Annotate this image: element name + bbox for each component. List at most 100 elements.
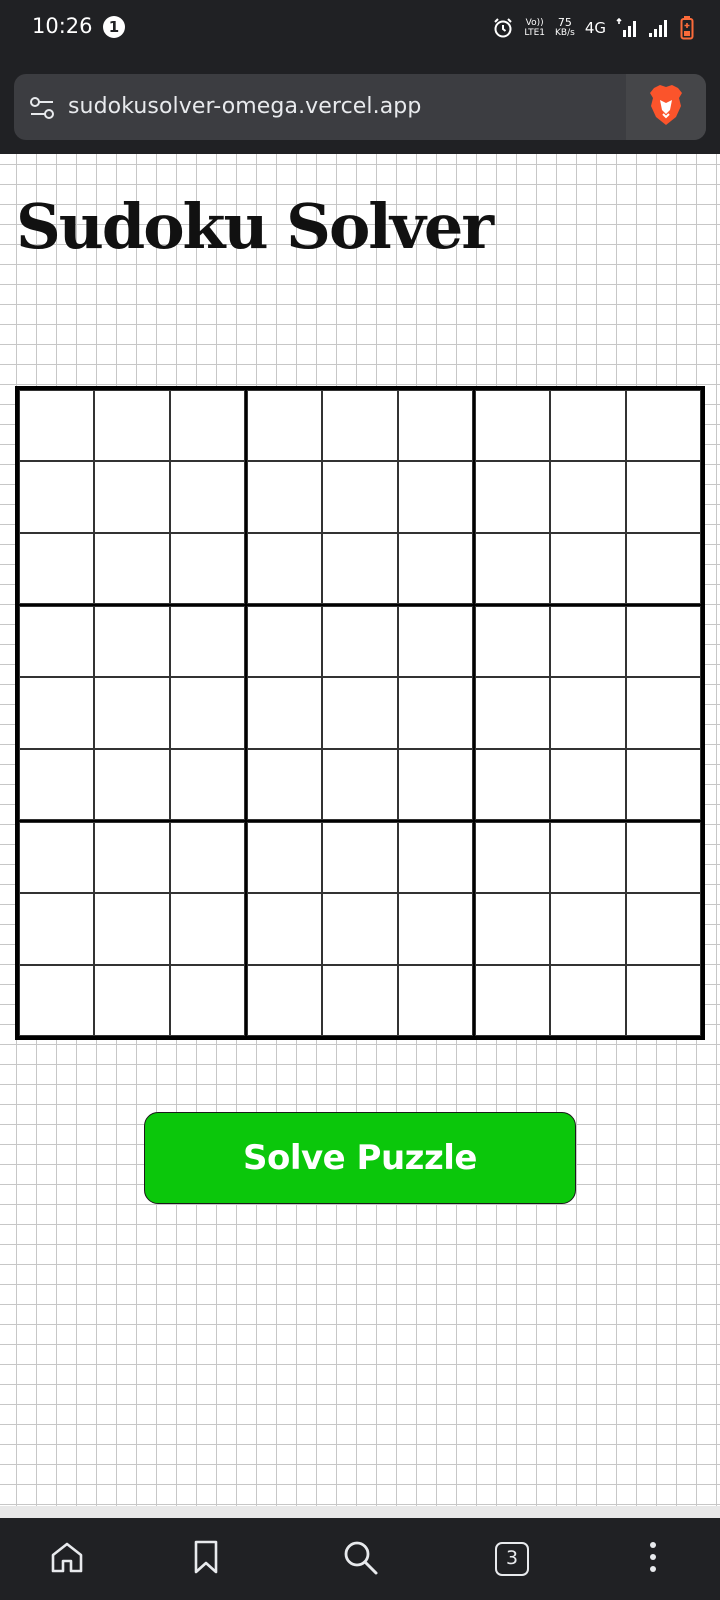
brave-shields-button[interactable] xyxy=(626,74,706,140)
sudoku-cell[interactable] xyxy=(247,822,323,894)
sudoku-cell[interactable] xyxy=(475,822,551,894)
sudoku-cell[interactable] xyxy=(94,677,170,749)
sudoku-cell[interactable] xyxy=(19,893,95,965)
sudoku-cell[interactable] xyxy=(625,893,701,965)
sudoku-cell[interactable] xyxy=(169,677,245,749)
sudoku-cell[interactable] xyxy=(247,964,323,1036)
sudoku-cell[interactable] xyxy=(19,532,95,604)
sudoku-cell[interactable] xyxy=(247,390,323,462)
address-bar[interactable]: sudokusolver-omega.vercel.app xyxy=(14,74,706,140)
sudoku-cell[interactable] xyxy=(550,677,626,749)
sudoku-cell[interactable] xyxy=(19,390,95,462)
sudoku-cell[interactable] xyxy=(475,964,551,1036)
sudoku-cell[interactable] xyxy=(169,532,245,604)
sudoku-cell[interactable] xyxy=(169,461,245,533)
sudoku-cell[interactable] xyxy=(322,748,398,820)
sudoku-cell[interactable] xyxy=(247,893,323,965)
sudoku-cell[interactable] xyxy=(397,532,473,604)
sudoku-cell[interactable] xyxy=(625,677,701,749)
sudoku-cell[interactable] xyxy=(625,390,701,462)
sudoku-cell[interactable] xyxy=(169,748,245,820)
sudoku-cell[interactable] xyxy=(397,390,473,462)
sudoku-cell[interactable] xyxy=(94,822,170,894)
sudoku-cell[interactable] xyxy=(625,822,701,894)
sudoku-cell[interactable] xyxy=(322,893,398,965)
sudoku-cell[interactable] xyxy=(550,964,626,1036)
sudoku-cell[interactable] xyxy=(94,532,170,604)
sudoku-cell[interactable] xyxy=(247,606,323,678)
sudoku-cell[interactable] xyxy=(247,461,323,533)
sudoku-cell[interactable] xyxy=(550,461,626,533)
page-content: Sudoku Solver Solve Puzzle xyxy=(0,154,720,1518)
sudoku-cell[interactable] xyxy=(397,606,473,678)
sudoku-cell[interactable] xyxy=(550,532,626,604)
bottom-divider xyxy=(0,1506,720,1518)
sudoku-cell[interactable] xyxy=(550,606,626,678)
signal-icon xyxy=(616,18,638,38)
sudoku-cell[interactable] xyxy=(550,748,626,820)
site-settings-icon[interactable] xyxy=(28,94,56,122)
sudoku-cell[interactable] xyxy=(322,964,398,1036)
sudoku-box xyxy=(18,605,246,821)
sudoku-cell[interactable] xyxy=(322,461,398,533)
sudoku-cell[interactable] xyxy=(397,964,473,1036)
sudoku-cell[interactable] xyxy=(625,461,701,533)
sudoku-cell[interactable] xyxy=(475,461,551,533)
sudoku-cell[interactable] xyxy=(169,822,245,894)
sudoku-cell[interactable] xyxy=(397,822,473,894)
home-button[interactable] xyxy=(27,1518,107,1600)
sudoku-cell[interactable] xyxy=(625,748,701,820)
volte-top: Vo)) xyxy=(525,18,544,28)
sudoku-cell[interactable] xyxy=(94,606,170,678)
net-speed: 75 KB/s xyxy=(555,16,575,38)
sudoku-cell[interactable] xyxy=(475,532,551,604)
sudoku-cell[interactable] xyxy=(550,390,626,462)
sudoku-cell[interactable] xyxy=(247,748,323,820)
bookmarks-button[interactable] xyxy=(166,1518,246,1600)
sudoku-cell[interactable] xyxy=(94,964,170,1036)
sudoku-cell[interactable] xyxy=(550,822,626,894)
sudoku-cell[interactable] xyxy=(322,606,398,678)
sudoku-cell[interactable] xyxy=(247,677,323,749)
url-text[interactable]: sudokusolver-omega.vercel.app xyxy=(68,94,421,119)
sudoku-cell[interactable] xyxy=(475,606,551,678)
sudoku-cell[interactable] xyxy=(247,532,323,604)
sudoku-cell[interactable] xyxy=(169,606,245,678)
net-speed-unit: KB/s xyxy=(555,28,575,38)
sudoku-cell[interactable] xyxy=(19,461,95,533)
sudoku-cell[interactable] xyxy=(397,461,473,533)
net-speed-value: 75 xyxy=(557,16,572,29)
sudoku-cell[interactable] xyxy=(397,677,473,749)
sudoku-cell[interactable] xyxy=(397,748,473,820)
sudoku-cell[interactable] xyxy=(169,964,245,1036)
sudoku-cell[interactable] xyxy=(322,677,398,749)
sudoku-cell[interactable] xyxy=(19,606,95,678)
menu-button[interactable] xyxy=(613,1518,693,1600)
sudoku-cell[interactable] xyxy=(94,390,170,462)
tabs-button[interactable]: 3 xyxy=(472,1518,552,1600)
sudoku-cell[interactable] xyxy=(94,893,170,965)
sudoku-cell[interactable] xyxy=(625,606,701,678)
sudoku-cell[interactable] xyxy=(475,893,551,965)
sudoku-cell[interactable] xyxy=(19,822,95,894)
sudoku-cell[interactable] xyxy=(397,893,473,965)
sudoku-cell[interactable] xyxy=(322,822,398,894)
sudoku-cell[interactable] xyxy=(169,390,245,462)
sudoku-cell[interactable] xyxy=(322,390,398,462)
sudoku-cell[interactable] xyxy=(19,748,95,820)
search-button[interactable] xyxy=(320,1518,400,1600)
sudoku-cell[interactable] xyxy=(625,532,701,604)
browser-toolbar: sudokusolver-omega.vercel.app xyxy=(0,56,720,154)
sudoku-cell[interactable] xyxy=(19,964,95,1036)
sudoku-cell[interactable] xyxy=(550,893,626,965)
sudoku-cell[interactable] xyxy=(94,748,170,820)
sudoku-cell[interactable] xyxy=(169,893,245,965)
sudoku-cell[interactable] xyxy=(322,532,398,604)
sudoku-cell[interactable] xyxy=(475,748,551,820)
sudoku-cell[interactable] xyxy=(475,677,551,749)
sudoku-cell[interactable] xyxy=(625,964,701,1036)
sudoku-cell[interactable] xyxy=(475,390,551,462)
sudoku-cell[interactable] xyxy=(19,677,95,749)
sudoku-cell[interactable] xyxy=(94,461,170,533)
solve-puzzle-button[interactable]: Solve Puzzle xyxy=(144,1112,576,1204)
